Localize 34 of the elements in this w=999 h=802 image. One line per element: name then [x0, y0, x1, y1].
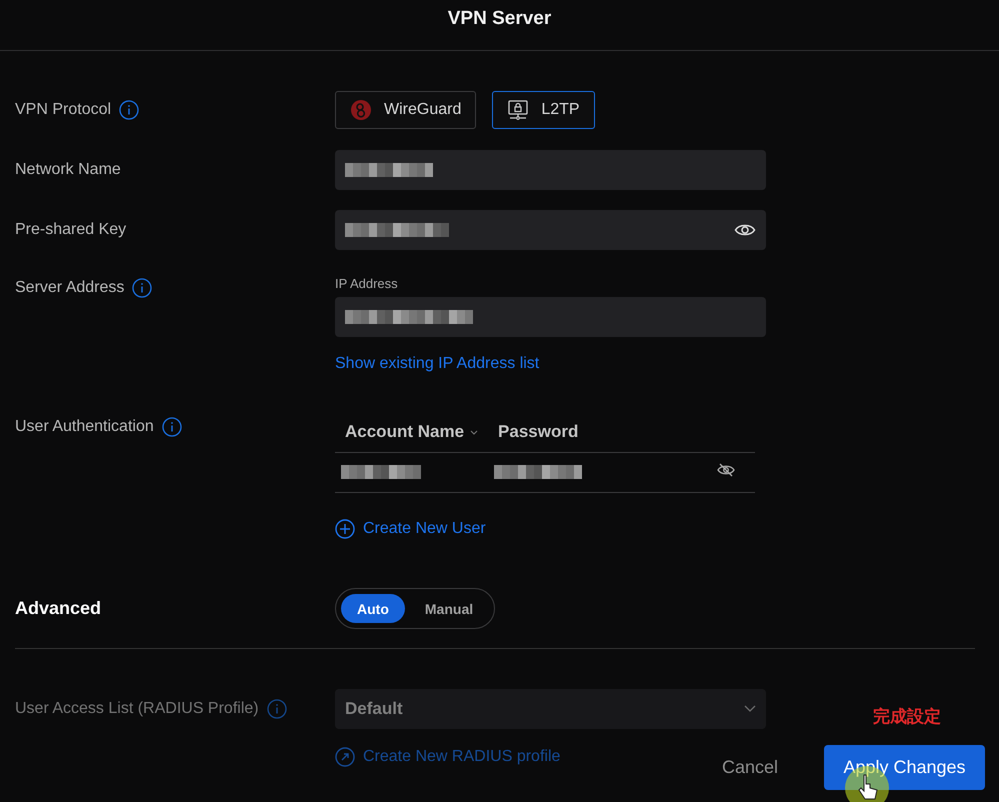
window-title: VPN Server — [448, 8, 552, 30]
input-field[interactable] — [335, 210, 766, 250]
plus-circle-icon — [335, 519, 355, 539]
protocol-option[interactable]: WireGuard — [335, 91, 476, 129]
section-heading: Advanced — [15, 598, 102, 619]
cancel-button[interactable]: Cancel — [716, 756, 784, 779]
field-label: Pre-shared Key — [15, 221, 126, 239]
info-icon[interactable] — [119, 100, 140, 120]
apply-button[interactable]: Apply Changes — [824, 745, 985, 790]
create-user-link[interactable]: Create New User — [335, 519, 486, 539]
eye-icon[interactable] — [734, 222, 756, 238]
field-label: User Access List (RADIUS Profile) — [15, 700, 259, 718]
mode-option[interactable]: Manual — [408, 594, 490, 623]
sort-caret-icon — [470, 430, 478, 435]
mode-option[interactable]: Auto — [341, 594, 405, 623]
column-header[interactable]: Account Name — [335, 411, 488, 452]
eye-slash-icon[interactable] — [717, 463, 735, 477]
wireguard-logo-icon — [350, 99, 372, 121]
input-field[interactable] — [335, 150, 766, 190]
field-label: User Authentication — [15, 418, 154, 436]
field-label: Network Name — [15, 161, 121, 179]
column-header: Password — [488, 411, 628, 452]
show-ip-list-link[interactable]: Show existing IP Address list — [335, 355, 540, 373]
info-icon[interactable] — [162, 417, 182, 437]
lock-monitor-icon — [507, 99, 530, 121]
field-label: Server Address — [15, 279, 124, 297]
external-link-icon — [335, 747, 355, 767]
protocol-option[interactable]: L2TP — [492, 91, 595, 129]
input-field[interactable] — [335, 297, 766, 337]
info-icon[interactable] — [132, 278, 152, 298]
annotation-text: 完成設定 — [873, 706, 941, 728]
chevron-down-icon — [744, 705, 756, 713]
field-label: VPN Protocol — [15, 101, 112, 119]
field-caption: IP Address — [335, 276, 399, 291]
